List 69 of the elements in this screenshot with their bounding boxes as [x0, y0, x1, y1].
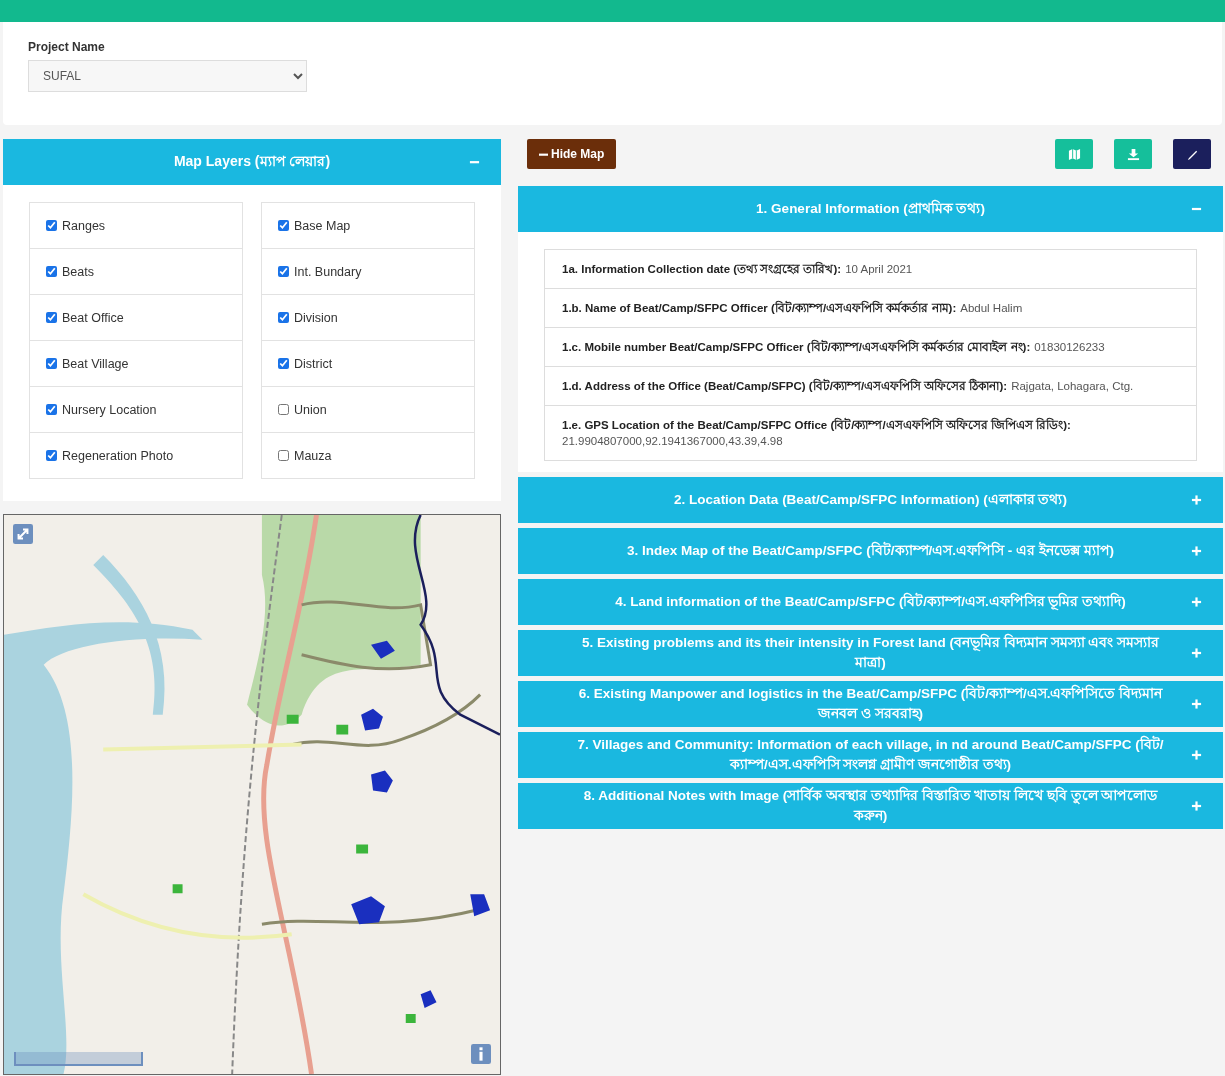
field-label: 1.b. Name of Beat/Camp/SFPC Officer (বিট/ক্যাম্প/এসএফপিসি কর্মকর্তার নাম):: [562, 300, 957, 316]
section-title: 7. Villages and Community: Information of each village, in nd around Beat/Camp/SFPC (বিট/ক্যাম্প/এস.এফপিসি সংলগ্ন গ্রামীণ জনগোষ্ঠীর তথ্য): [576, 735, 1165, 774]
section-title: 4. Land information of the Beat/Camp/SFPC (বিট/ক্যাম্প/এস.এফপিসির ভূমির তথ্যাদি): [615, 592, 1126, 612]
section-title: 2. Location Data (Beat/Camp/SFPC Information) (এলাকার তথ্য): [674, 491, 1067, 509]
plus-icon: [1191, 698, 1202, 710]
field-value: 10 April 2021: [845, 262, 913, 277]
checkbox[interactable]: [278, 266, 289, 277]
project-select[interactable]: SUFAL: [28, 60, 307, 92]
field-label: Project Name: [28, 40, 106, 54]
accordion-header[interactable]: 3. Index Map of the Beat/Camp/SFPC (বিট/ক্যাম্প/এস.এফপিসি - এর ইনডেক্স ম্যাপ): [518, 528, 1223, 574]
checkbox-label: Nursery Location: [62, 402, 157, 417]
accordion-header[interactable]: 4. Land information of the Beat/Camp/SFPC (বিট/ক্যাম্প/এস.এফপিসির ভূমির তথ্যাদি): [518, 579, 1223, 625]
checkbox-label: Regeneration Photo: [62, 448, 174, 463]
download-button[interactable]: [1114, 139, 1152, 169]
checkbox[interactable]: [46, 220, 57, 231]
section-title: 8. Additional Notes with Image (সার্বিক অবস্থার তথ্যাদির বিস্তারিত খাতায় লিখে ছবি তুলে আপলোড করুন): [582, 786, 1159, 825]
checkbox[interactable]: [46, 450, 57, 461]
checkbox-label: Base Map: [294, 218, 351, 233]
download-icon: [1126, 147, 1140, 161]
checkbox-label: Ranges: [62, 218, 106, 233]
map-icon: [1067, 147, 1081, 161]
checkbox[interactable]: [278, 450, 289, 461]
plus-icon: [1191, 545, 1202, 557]
hide-map-button[interactable]: Hide Map: [527, 139, 617, 169]
map-button[interactable]: [1055, 139, 1093, 169]
info-icon[interactable]: [471, 1044, 491, 1064]
section-title: 5. Existing problems and its their intensity in Forest land (বনভূমির বিদ্যমান সমস্যা এবং সমস্যার মাত্রা): [580, 633, 1161, 672]
checkbox[interactable]: [278, 312, 289, 323]
panel-title: Map Layers (ম্যাপ লেয়ার): [173, 152, 331, 171]
plus-icon: [1191, 800, 1202, 812]
field-value: 01830126233: [1034, 340, 1105, 355]
checkbox-label: Union: [294, 402, 327, 417]
edit-button[interactable]: [1173, 139, 1211, 169]
checkbox[interactable]: [278, 220, 289, 231]
section-title: 6. Existing Manpower and logistics in the Beat/Camp/SFPC (বিট/ক্যাম্প/এস.এফপিসিতে বিদ্যমান জনবল ও সরবরাহ): [577, 684, 1164, 723]
accordion-header[interactable]: 7. Villages and Community: Information of each village, in nd around Beat/Camp/SFPC (বিট/ক্যাম্প/এস.এফপিসি সংলগ্ন গ্রামীণ জনগোষ্ঠীর তথ্য): [518, 732, 1223, 778]
field-label: 1.d. Address of the Office (Beat/Camp/SFPC) (বিট/ক্যাম্প/এসএফপিসি অফিসের ঠিকানা):: [562, 378, 1008, 394]
checkbox[interactable]: [46, 312, 57, 323]
checkbox[interactable]: [46, 266, 57, 277]
expand-icon[interactable]: [13, 524, 33, 544]
section-title: 3. Index Map of the Beat/Camp/SFPC (বিট/ক্যাম্প/এস.এফপিসি - এর ইনডেক্স ম্যাপ): [627, 541, 1114, 560]
checkbox-label: Beat Office: [62, 310, 124, 325]
field-value: Rajgata, Lohagara, Ctg.: [1011, 379, 1134, 394]
section-title: 1. General Information (প্রাথমিক তথ্য): [756, 199, 985, 218]
accordion-header[interactable]: 8. Additional Notes with Image (সার্বিক অবস্থার তথ্যাদির বিস্তারিত খাতায় লিখে ছবি তুলে আপলোড করুন): [518, 783, 1223, 829]
plus-icon: [1191, 596, 1202, 608]
checkbox-label: Division: [294, 310, 338, 325]
accordion-header[interactable]: 1. General Information (প্রাথমিক তথ্য): [518, 186, 1223, 232]
checkbox-label: Beat Village: [62, 356, 129, 371]
checkbox-label: Mauza: [294, 448, 332, 463]
checkbox-label: District: [294, 356, 333, 371]
plus-icon: [1191, 494, 1202, 506]
checkbox[interactable]: [46, 358, 57, 369]
accordion-header[interactable]: 6. Existing Manpower and logistics in the Beat/Camp/SFPC (বিট/ক্যাম্প/এস.এফপিসিতে বিদ্যমান জনবল ও সরবরাহ): [518, 681, 1223, 727]
checkbox-label: Int. Bundary: [294, 264, 362, 279]
checkbox[interactable]: [46, 404, 57, 415]
field-label: 1a. Information Collection date (তথ্য সংগ্রহের তারিখ):: [562, 261, 842, 277]
checkbox-label: Beats: [62, 264, 94, 279]
checkbox[interactable]: [278, 404, 289, 415]
field-value: Abdul Halim: [960, 301, 1023, 316]
field-label: 1.e. GPS Location of the Beat/Camp/SFPC Office (বিট/ক্যাম্প/এসএফপিসি অফিসের জিপিএস রিডিং):: [562, 417, 1071, 433]
plus-icon: [1191, 749, 1202, 761]
field-label: 1.c. Mobile number Beat/Camp/SFPC Officer (বিট/ক্যাম্প/এসএফপিসি কর্মকর্তার মোবাইল নং):: [562, 339, 1031, 355]
plus-icon: [1191, 647, 1202, 659]
field-value: 21.9904807000,92.1941367000,43.39,4.98: [562, 434, 783, 449]
panel-header[interactable]: Map Layers (ম্যাপ লেয়ার): [3, 139, 501, 185]
accordion-header[interactable]: 2. Location Data (Beat/Camp/SFPC Information) (এলাকার তথ্য): [518, 477, 1223, 523]
accordion-header[interactable]: 5. Existing problems and its their intensity in Forest land (বনভূমির বিদ্যমান সমস্যা এবং সমস্যার মাত্রা): [518, 630, 1223, 676]
checkbox[interactable]: [278, 358, 289, 369]
